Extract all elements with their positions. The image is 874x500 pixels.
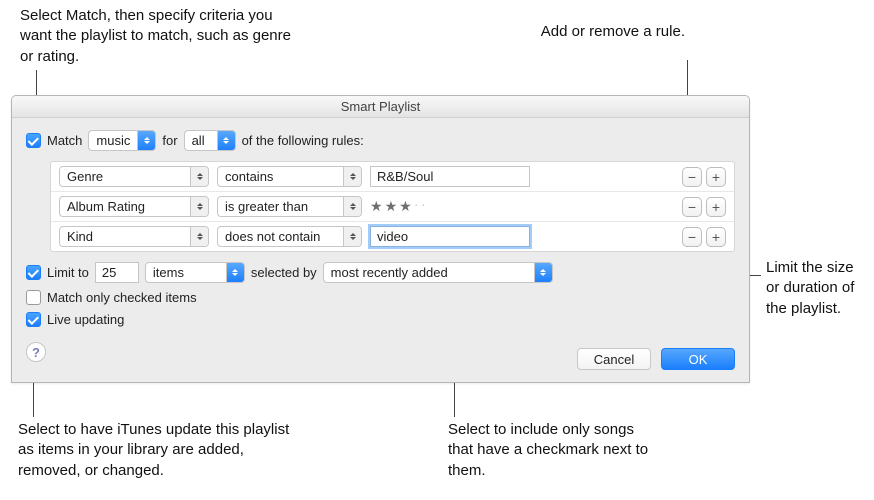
rule-value-input[interactable]: R&B/Soul [370,166,530,187]
rule-value-input[interactable]: video [370,226,530,247]
selected-by-label: selected by [251,265,317,280]
select-value: music [96,133,130,148]
select-value: Album Rating [67,199,145,214]
input-value: 25 [102,265,116,280]
help-button[interactable]: ? [26,342,46,362]
match-scope-select[interactable]: all [184,130,236,151]
match-label-pre: Match [47,133,82,148]
live-updating-checkbox[interactable] [26,312,41,327]
limit-checkbox[interactable] [26,265,41,280]
smart-playlist-window: Smart Playlist Match music for all of th… [11,95,750,383]
match-checkbox[interactable] [26,133,41,148]
rule-field-select[interactable]: Album Rating [59,196,209,217]
chevron-updown-icon [217,131,235,150]
select-value: most recently added [331,265,448,280]
chevron-updown-icon [343,197,361,216]
cancel-button[interactable]: Cancel [577,348,651,370]
select-value: is greater than [225,199,308,214]
match-checked-items-checkbox[interactable] [26,290,41,305]
star-icon: ★ [370,198,383,215]
select-value: does not contain [225,229,320,244]
star-icon: ★ [399,198,412,215]
add-rule-button[interactable]: + [706,197,726,217]
select-value: items [153,265,184,280]
limit-count-input[interactable]: 25 [95,262,139,283]
rule-operator-select[interactable]: contains [217,166,362,187]
remove-rule-button[interactable]: − [682,227,702,247]
select-value: Genre [67,169,103,184]
ok-button[interactable]: OK [661,348,735,370]
rule-row: Album Rating is greater than ★★★·· − + [51,191,734,221]
remove-rule-button[interactable]: − [682,197,702,217]
match-checked-items-label: Match only checked items [47,290,197,305]
rule-operator-select[interactable]: does not contain [217,226,362,247]
chevron-updown-icon [190,197,208,216]
add-rule-button[interactable]: + [706,167,726,187]
select-value: Kind [67,229,93,244]
match-row: Match music for all of the following rul… [26,130,735,151]
callout-addremove: Add or remove a rule. [525,22,685,42]
limit-unit-select[interactable]: items [145,262,245,283]
star-icon: ★ [385,198,398,215]
chevron-updown-icon [190,167,208,186]
window-title: Smart Playlist [12,96,749,118]
star-empty-icon: · [421,198,426,215]
callout-match: Select Match, then specify criteria you … [20,6,300,67]
chevron-updown-icon [226,263,244,282]
chevron-updown-icon [343,227,361,246]
live-updating-label: Live updating [47,312,124,327]
add-rule-button[interactable]: + [706,227,726,247]
star-empty-icon: · [414,198,419,215]
callout-live: Select to have iTunes update this playli… [18,420,308,481]
input-value: video [377,229,408,244]
chevron-updown-icon [343,167,361,186]
limit-label: Limit to [47,265,89,280]
rule-operator-select[interactable]: is greater than [217,196,362,217]
match-label-post: of the following rules: [242,133,364,148]
limit-mode-select[interactable]: most recently added [323,262,553,283]
remove-rule-button[interactable]: − [682,167,702,187]
rule-field-select[interactable]: Kind [59,226,209,247]
rules-list: Genre contains R&B/Soul − + Album Rating… [50,161,735,252]
rule-field-select[interactable]: Genre [59,166,209,187]
rule-row: Kind does not contain video − + [51,221,734,251]
rule-star-rating[interactable]: ★★★·· [370,198,660,215]
chevron-updown-icon [137,131,155,150]
rule-row: Genre contains R&B/Soul − + [51,162,734,191]
callout-checked: Select to include only songs that have a… [448,420,658,481]
chevron-updown-icon [190,227,208,246]
select-value: contains [225,169,273,184]
match-label-for: for [162,133,177,148]
match-media-select[interactable]: music [88,130,156,151]
input-value: R&B/Soul [377,169,433,184]
chevron-updown-icon [534,263,552,282]
callout-limit: Limit the size or duration of the playli… [766,258,871,319]
select-value: all [192,133,205,148]
